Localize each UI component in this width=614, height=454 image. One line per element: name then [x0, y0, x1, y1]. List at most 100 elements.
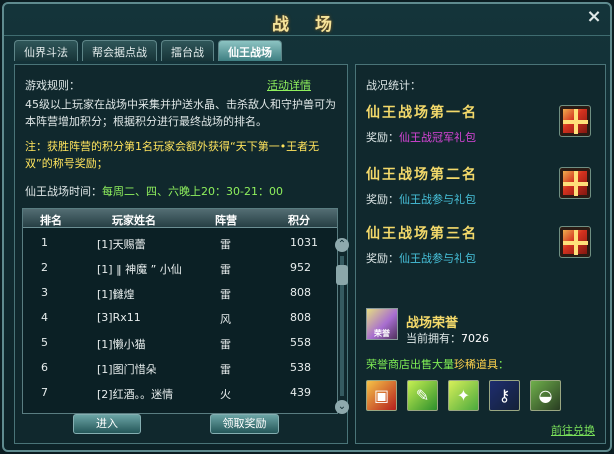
player-name-cell: [3]Rx11 — [97, 311, 141, 324]
ranking-table: 排名 玩家姓名 阵营 积分 1 [1]天赐蕾雷 1031 2 [1] ‖ 神魔 ” 小仙… — [22, 208, 338, 414]
table-row[interactable]: 7 [2]红酒。。迷情 火 439 — [23, 379, 324, 404]
third-place-card: 仙王战场第三名 奖励：仙王战参与礼包 — [366, 223, 536, 266]
second-place-reward: 奖励：仙王战参与礼包 — [366, 191, 536, 207]
battle-stats-title: 战况统计： — [366, 79, 421, 92]
score-cell: 558 — [290, 336, 311, 349]
title-bar: 战 场 × — [4, 4, 610, 36]
third-reward-name: 仙王战参与礼包 — [399, 252, 476, 265]
gift-box-icon[interactable] — [559, 105, 591, 137]
rules-text: 45级以上玩家在战场中采集并护送水晶、击杀敌人和守护兽可为本阵营增加积分；根据积… — [25, 98, 336, 128]
green-lock-icon[interactable]: ◒ — [530, 380, 561, 411]
honor-icon: 荣誉 — [366, 308, 398, 340]
battlefield-window: 战 场 × 仙界斗法 帮会据点战 擂台战 仙王战场 游戏规则： 活动详情 45级… — [2, 2, 612, 452]
second-place-card: 仙王战场第二名 奖励：仙王战参与礼包 — [366, 164, 536, 207]
player-name-cell: [1]图门惜朵 — [97, 363, 157, 376]
camp-cell: 雷 — [220, 338, 231, 351]
event-details-link[interactable]: 活动详情 — [267, 77, 311, 93]
table-row[interactable]: 2 [1] ‖ 神魔 ” 小仙 雷 952 — [23, 254, 324, 279]
reward-note: 注：获胜阵营的积分第1名玩家会额外获得“天下第一•王者无双”的称号奖励； — [25, 140, 320, 170]
camp-cell: 风 — [220, 313, 231, 326]
gift-box-icon[interactable] — [559, 167, 591, 199]
second-place-title: 仙王战场第二名 — [366, 167, 478, 183]
reward-label: 奖励： — [366, 131, 399, 144]
second-reward-name: 仙王战参与礼包 — [399, 193, 476, 206]
green-scroll-icon[interactable]: ✎ — [407, 380, 438, 411]
player-name-cell: [1]雠煌 — [97, 288, 135, 301]
rules-title: 游戏规则： — [25, 79, 80, 92]
score-cell: 952 — [290, 261, 311, 274]
third-place-title: 仙王战场第三名 — [366, 226, 478, 242]
camp-cell: 雷 — [220, 288, 231, 301]
player-name-cell: [1]懒小猫 — [97, 338, 146, 351]
battle-time-value: 每周二、四、六晚上20：30-21：00 — [102, 185, 283, 198]
rank-cell: 5 — [41, 336, 48, 349]
reward-label: 奖励： — [366, 252, 399, 265]
window-title: 战 场 — [272, 15, 342, 35]
battle-stats-panel: 战况统计： 仙王战场第一名 奖励：仙王战冠军礼包 仙王战场第二名 奖励：仙王战参… — [355, 64, 606, 444]
table-row[interactable]: 5 [1]懒小猫 雷 558 — [23, 329, 324, 354]
third-place-reward: 奖励：仙王战参与礼包 — [366, 250, 536, 266]
camp-cell: 雷 — [220, 238, 231, 251]
tab-guild-stronghold[interactable]: 帮会据点战 — [82, 40, 157, 61]
gift-box-icon[interactable] — [559, 226, 591, 258]
claim-reward-button[interactable]: 领取奖励 — [210, 414, 279, 434]
close-icon[interactable]: × — [584, 7, 604, 27]
tab-immortal-king[interactable]: 仙王战场 — [218, 40, 282, 61]
score-cell: 439 — [290, 386, 311, 399]
scroll-thumb[interactable] — [336, 265, 348, 285]
first-place-title: 仙王战场第一名 — [366, 105, 478, 121]
rank-cell: 4 — [41, 311, 48, 324]
battle-time-label: 仙王战场时间： — [25, 185, 102, 198]
score-cell: 808 — [290, 311, 311, 324]
go-exchange-link[interactable]: 前往兑换 — [551, 422, 595, 438]
honor-title: 战场荣誉 — [406, 316, 459, 331]
lucky-ticket-icon[interactable]: ✦ — [448, 380, 479, 411]
table-header: 排名 玩家姓名 阵营 积分 — [23, 209, 337, 228]
rules-panel: 游戏规则： 活动详情 45级以上玩家在战场中采集并护送水晶、击杀敌人和守护兽可为… — [14, 64, 349, 444]
first-place-reward: 奖励：仙王战冠军礼包 — [366, 129, 536, 145]
tab-arena[interactable]: 擂台战 — [161, 40, 214, 61]
rank-cell: 1 — [41, 236, 48, 249]
score-cell: 538 — [290, 361, 311, 374]
honor-count: 当前拥有：7026 — [406, 330, 489, 346]
blue-key-icon[interactable]: ⚷ — [489, 380, 520, 411]
rank-cell: 2 — [41, 261, 48, 274]
rank-header: 排名 — [40, 214, 62, 227]
ranking-scrollbar[interactable]: ⌃ ⌄ — [335, 238, 349, 414]
table-row[interactable]: 3 [1]雠煌 雷 808 — [23, 279, 324, 304]
scroll-down-icon[interactable]: ⌄ — [335, 400, 349, 414]
table-row[interactable]: 6 [1]图门惜朵 雷 538 — [23, 354, 324, 379]
rank-cell: 7 — [41, 386, 48, 399]
honor-count-value: 7026 — [461, 332, 489, 345]
shop-highlight: 珍稀道具 — [454, 358, 498, 371]
reward-label: 奖励： — [366, 193, 399, 206]
camp-cell: 火 — [220, 388, 231, 401]
rank-cell: 6 — [41, 361, 48, 374]
honor-shop-text: 荣誉商店出售大量珍稀道具： — [366, 356, 509, 372]
camp-cell: 雷 — [220, 363, 231, 376]
player-name-cell: [2]红酒。。迷情 — [97, 388, 174, 401]
shop-suffix: ： — [498, 358, 509, 371]
table-row[interactable]: 1 [1]天赐蕾 雷 1031 — [23, 229, 324, 254]
battle-tabs: 仙界斗法 帮会据点战 擂台战 仙王战场 — [14, 40, 286, 62]
score-cell: 808 — [290, 286, 311, 299]
camp-cell: 雷 — [220, 263, 231, 276]
player-name-cell: [1] ‖ 神魔 ” 小仙 — [97, 263, 182, 276]
camp-header: 阵营 — [215, 214, 237, 227]
enter-button[interactable]: 进入 — [73, 414, 141, 434]
score-header: 积分 — [288, 214, 310, 227]
player-name-cell: [1]天赐蕾 — [97, 238, 146, 251]
honor-count-label: 当前拥有： — [406, 332, 461, 345]
first-reward-name: 仙王战冠军礼包 — [399, 131, 476, 144]
honor-shop-items: ▣ ✎ ✦ ⚷ ◒ — [366, 380, 576, 412]
score-cell: 1031 — [290, 236, 318, 249]
rank-cell: 3 — [41, 286, 48, 299]
gift-box-icon[interactable]: ▣ — [366, 380, 397, 411]
first-place-card: 仙王战场第一名 奖励：仙王战冠军礼包 — [366, 102, 536, 145]
player-header: 玩家姓名 — [112, 214, 156, 227]
battle-time: 仙王战场时间：每周二、四、六晚上20：30-21：00 — [25, 183, 283, 199]
scroll-up-icon[interactable]: ⌃ — [335, 238, 349, 252]
tab-immortal-duel[interactable]: 仙界斗法 — [14, 40, 78, 61]
table-row[interactable]: 4 [3]Rx11 风 808 — [23, 304, 324, 329]
shop-prefix: 荣誉商店出售大量 — [366, 358, 454, 371]
